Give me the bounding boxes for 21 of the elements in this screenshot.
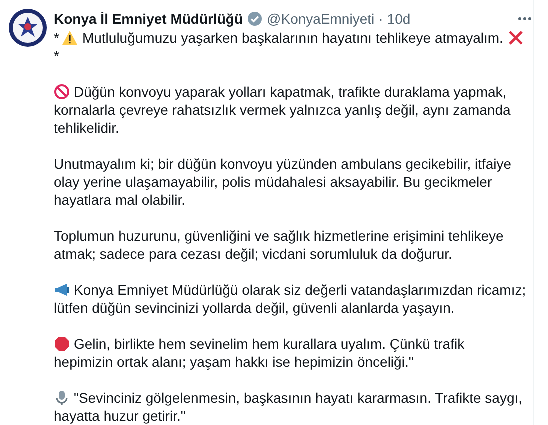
stop-sign-icon	[54, 336, 70, 352]
author-handle[interactable]: @KonyaEmniyeti	[267, 10, 375, 28]
cross-icon	[508, 30, 524, 46]
separator: ·	[378, 10, 384, 28]
megaphone-icon	[54, 282, 70, 298]
more-options-icon[interactable]	[517, 16, 533, 22]
post-paragraph: Düğün konvoyu yaparak yolları kapatmak, trafikte duraklama yapmak, kornalarla çevreye rahatsızlık vermek yalnızca yanlış değil, aynı zamanda tehlikelidir.	[54, 83, 512, 137]
post-paragraph: Unutmayalım ki; bir düğün konvoyu yüzünden ambulans gecikebilir, itfaiye olay yerine ulaşamayabilir, polis müdahalesi aksayabilir. Bu gecikmeler hayatlara mal olabilir.	[54, 155, 513, 209]
intro-text: Mutluluğumuzu yaşarken başkalarının hayatını tehlikeye atmayalım.	[82, 29, 504, 47]
post-time[interactable]: 10d	[387, 10, 411, 28]
post-paragraph: Toplumun huzurunu, güvenliğini ve sağlık hizmetlerine erişimini tehlikeye atmak; sadece para cezası değil; vicdani sorumluluk da doğurur.	[54, 227, 505, 263]
avatar-emblem[interactable]	[8, 8, 48, 48]
warning-icon	[62, 30, 78, 46]
post-paragraph: Gelin, birlikte hem sevinelim hem kurallara uyalım. Çünkü trafik hepimizin ortak alanı; yaşam hakkı ise hepimizin önceliği."	[54, 335, 466, 371]
post-paragraph: Konya Emniyet Müdürlüğü olarak siz değerli vatandaşlarımızdan ricamız; lütfen düğün sevincinizi yollarda değil, güvenli alanlarda yaşayın.	[54, 281, 528, 317]
asterisk: *	[54, 29, 60, 47]
microphone-icon	[54, 390, 70, 406]
prohibited-icon	[54, 84, 70, 100]
asterisk: *	[54, 48, 60, 64]
author-name[interactable]: Konya İl Emniyet Müdürlüğü	[54, 10, 244, 28]
post-paragraph: "Sevinciniz gölgelenmesin, başkasının hayatı kararmasın. Trafikte saygı, hayatta huzur getirir."	[54, 389, 524, 425]
